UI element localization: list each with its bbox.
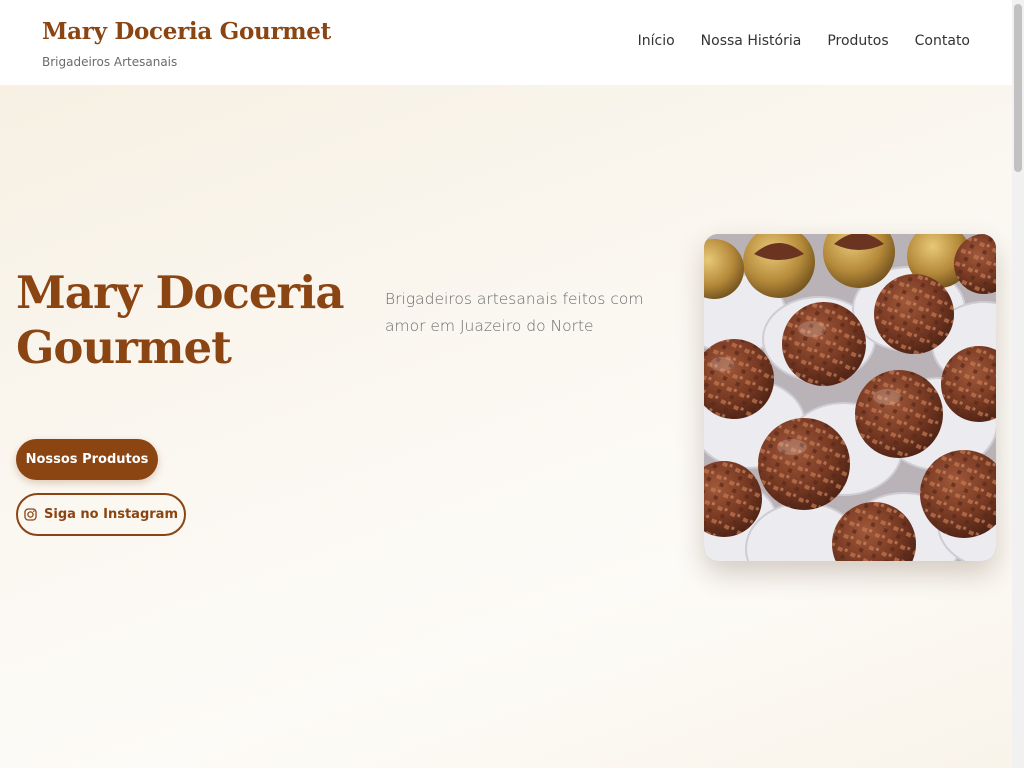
nav-link-inicio[interactable]: Início bbox=[638, 33, 675, 49]
products-button-label: Nossos Produtos bbox=[25, 452, 149, 467]
nav-link-nossa-historia[interactable]: Nossa História bbox=[701, 33, 802, 49]
brand-title[interactable]: Mary Doceria Gourmet bbox=[42, 18, 331, 45]
nav-link-produtos[interactable]: Produtos bbox=[827, 33, 888, 49]
scrollbar-thumb[interactable] bbox=[1014, 4, 1022, 172]
page-scrollbar[interactable] bbox=[1012, 0, 1024, 768]
instagram-icon bbox=[24, 508, 37, 521]
brigadeiros-photo bbox=[704, 234, 996, 561]
hero-title: Mary Doceria Gourmet bbox=[16, 266, 345, 374]
brand-tagline: Brigadeiros Artesanais bbox=[42, 55, 178, 69]
hero-section: Mary Doceria Gourmet Brigadeiros artesan… bbox=[0, 85, 1012, 768]
main-nav: Início Nossa História Produtos Contato bbox=[638, 33, 970, 49]
instagram-button-label: Siga no Instagram bbox=[44, 507, 178, 522]
hero-subtitle: Brigadeiros artesanais feitos com amor e… bbox=[385, 290, 644, 335]
instagram-button[interactable]: Siga no Instagram bbox=[16, 493, 186, 536]
site-header: Mary Doceria Gourmet Brigadeiros Artesan… bbox=[0, 0, 1012, 85]
nav-link-contato[interactable]: Contato bbox=[915, 33, 970, 49]
products-button[interactable]: Nossos Produtos bbox=[16, 439, 158, 480]
